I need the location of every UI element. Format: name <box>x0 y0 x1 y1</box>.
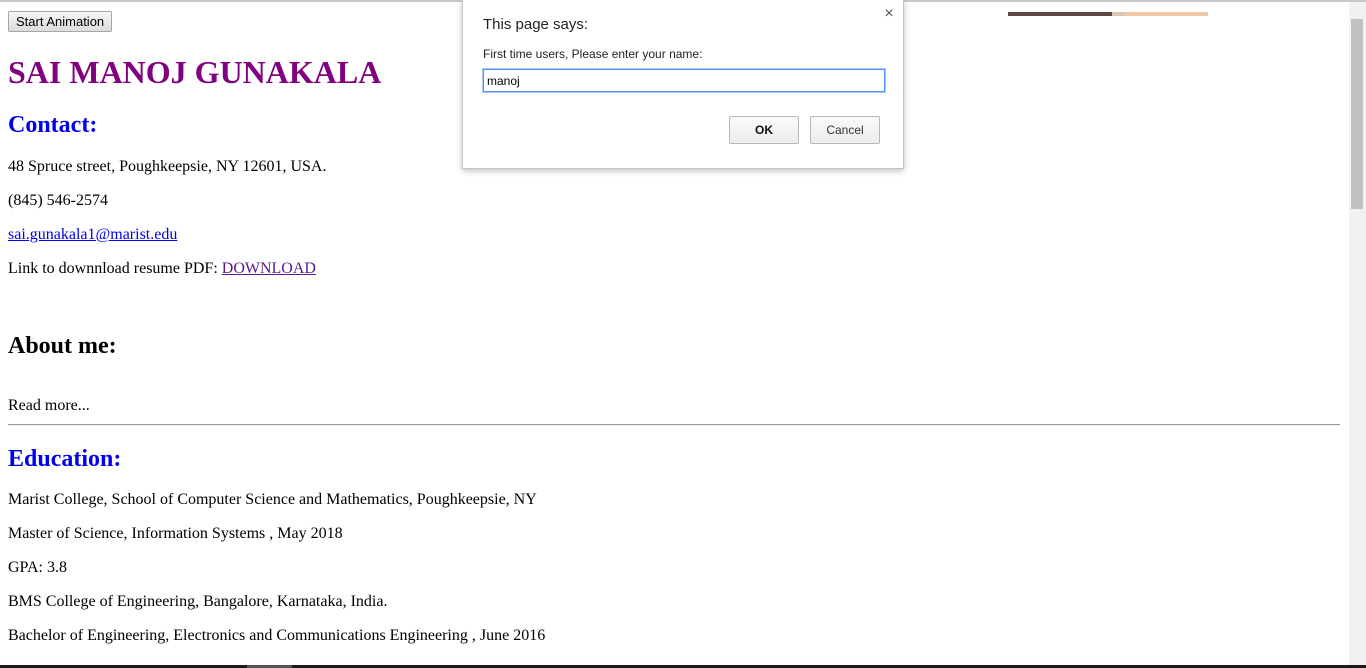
contact-email-line: sai.gunakala1@marist.edu <box>8 225 177 245</box>
resume-label: Link to downnload resume PDF: <box>8 260 222 277</box>
education-line: Master of Science, Information Systems ,… <box>8 525 343 542</box>
prompt-dialog: This page says: × First time users, Plea… <box>462 0 904 169</box>
page-title: SAI MANOJ GUNAKALA <box>8 54 382 90</box>
start-animation-button[interactable]: Start Animation <box>8 11 113 32</box>
profile-photo <box>1008 12 1208 16</box>
dialog-message: First time users, Please enter your name… <box>483 47 703 61</box>
education-line: Marist College, School of Computer Scien… <box>8 491 537 508</box>
read-more-text: Read more... <box>8 397 90 414</box>
close-icon[interactable]: × <box>881 5 897 23</box>
contact-heading: Contact: <box>8 112 98 138</box>
resume-download-line: Link to downnload resume PDF: DOWNLOAD <box>8 259 316 279</box>
education-line: Bachelor of Engineering, Electronics and… <box>8 627 546 644</box>
about-heading: About me: <box>8 333 117 359</box>
contact-phone: (845) 546-2574 <box>8 192 108 209</box>
scrollbar-thumb[interactable] <box>1351 19 1363 209</box>
cancel-button[interactable]: Cancel <box>810 116 880 144</box>
education-line: BMS College of Engineering, Bangalore, K… <box>8 593 388 610</box>
name-input[interactable] <box>482 68 886 93</box>
contact-address: 48 Spruce street, Poughkeepsie, NY 12601… <box>8 158 327 175</box>
section-divider <box>8 424 1340 426</box>
ok-button[interactable]: OK <box>729 116 799 144</box>
vertical-scrollbar[interactable] <box>1349 2 1366 665</box>
dialog-title: This page says: <box>483 16 589 33</box>
education-heading: Education: <box>8 446 122 472</box>
education-line: GPA: 3.8 <box>8 559 67 576</box>
download-link[interactable]: DOWNLOAD <box>222 260 316 277</box>
email-link[interactable]: sai.gunakala1@marist.edu <box>8 226 177 243</box>
